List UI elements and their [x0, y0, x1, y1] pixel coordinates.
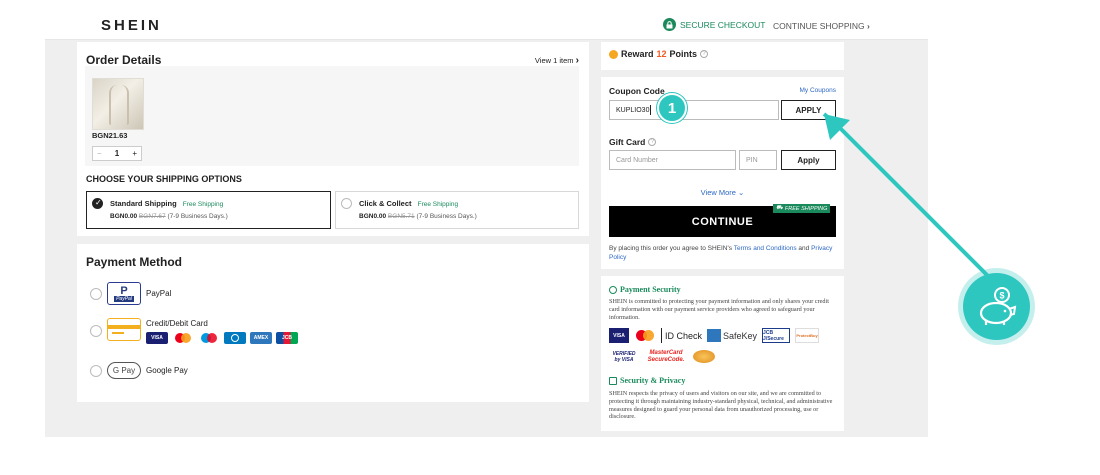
accepted-cards: VISA AMEX JCB — [146, 332, 302, 344]
free-shipping-badge: Free Shipping — [182, 201, 224, 208]
order-details-title: Order Details — [86, 53, 162, 67]
payment-security-title: Payment Security — [609, 285, 681, 294]
header-bar: SHEIN SECURE CHECKOUT CONTINUE SHOPPING … — [45, 12, 928, 40]
shein-logo[interactable]: SHEIN — [101, 17, 162, 34]
radio-unselected[interactable] — [90, 325, 102, 337]
secure-checkout: SECURE CHECKOUT — [663, 18, 765, 31]
google-pay-icon: G Pay — [107, 362, 141, 379]
chevron-right-icon: › — [575, 55, 579, 66]
item-price: BGN21.63 — [92, 131, 128, 140]
paypal-icon: P PayPal — [107, 282, 141, 305]
gift-card-pin-input[interactable]: PIN — [739, 150, 777, 170]
view-items-link[interactable]: View 1 item › — [535, 55, 579, 66]
visa-icon: VISA — [609, 328, 629, 343]
lock-icon — [609, 376, 617, 385]
coupon-code-input[interactable]: KUPLIO30 — [609, 100, 779, 120]
shipping-old-price: BGN5.71 — [387, 213, 415, 220]
product-image[interactable] — [92, 78, 144, 130]
maestro-icon — [198, 332, 220, 344]
mastercard-securecode-logo: MasterCard SecureCode. — [647, 349, 685, 363]
truck-icon: ⛟ — [776, 205, 783, 211]
gift-card-title: Gift Card — [609, 137, 646, 147]
coin-icon — [609, 49, 618, 59]
terms-link[interactable]: Terms and Conditions — [734, 245, 797, 252]
shipping-option-name: Standard Shipping — [110, 199, 177, 208]
continue-shopping-link[interactable]: CONTINUE SHOPPING › — [773, 21, 870, 31]
payment-method-title: Payment Method — [86, 255, 183, 269]
security-privacy-title: Security & Privacy — [609, 376, 685, 385]
free-shipping-badge: Free Shipping — [417, 201, 459, 208]
coupon-panel: Coupon Code My Coupons KUPLIO30 APPLY Gi… — [601, 77, 844, 269]
chevron-right-icon: › — [867, 21, 870, 31]
credit-card-icon — [107, 318, 141, 341]
bank-badge-logo — [693, 350, 715, 363]
payment-option-card[interactable]: Credit/Debit Card VISA AMEX JCB — [90, 318, 302, 344]
payment-option-google-pay[interactable]: G Pay Google Pay — [90, 362, 188, 379]
amex-icon: AMEX — [250, 332, 272, 344]
quantity-stepper[interactable]: − 1 + — [92, 146, 142, 161]
shipping-eta: (7-9 Business Days.) — [416, 213, 477, 220]
verified-by-visa-logo: VERIFIED by VISA — [612, 350, 636, 363]
payment-security-text: SHEIN is committed to protecting your pa… — [609, 298, 829, 321]
payment-method-panel: Payment Method P PayPal PayPal Credit/De… — [77, 244, 589, 402]
shipping-option-click-collect[interactable]: Click & Collect Free Shipping BGN0.00 BG… — [335, 191, 579, 229]
order-details-panel: Order Details View 1 item › BGN21.63 − 1… — [77, 42, 589, 236]
shipping-option-standard[interactable]: Standard Shipping Free Shipping BGN0.00 … — [86, 191, 331, 229]
reward-panel: Reward 12 Points ? — [601, 42, 844, 70]
reward-suffix: Points — [669, 49, 698, 59]
help-icon[interactable]: ? — [700, 50, 709, 58]
radio-unselected[interactable] — [341, 198, 352, 209]
view-more-link[interactable]: View More ⌄ — [601, 188, 844, 197]
shipping-price: BGN0.00 — [110, 213, 138, 220]
help-icon[interactable]: ? — [648, 138, 657, 146]
secure-checkout-label: SECURE CHECKOUT — [680, 19, 766, 30]
shipping-old-price: BGN7.67 — [138, 213, 166, 220]
mastercard-icon — [634, 328, 656, 343]
quantity-value: 1 — [114, 149, 120, 158]
terms-text: By placing this order you agree to SHEIN… — [609, 245, 833, 261]
gift-card-number-input[interactable]: Card Number — [609, 150, 736, 170]
my-coupons-link[interactable]: My Coupons — [800, 87, 837, 94]
security-logos-row-2: VERIFIED by VISA MasterCard SecureCode. — [609, 349, 720, 364]
radio-unselected[interactable] — [90, 364, 102, 377]
radio-selected[interactable] — [92, 198, 103, 209]
id-check-logo: ID Check — [661, 328, 702, 343]
order-item-box — [85, 66, 579, 166]
shield-icon — [609, 285, 617, 294]
jcb-secure-logo: JCB J/Secure — [762, 328, 791, 343]
chevron-down-icon: ⌄ — [738, 188, 745, 197]
reward-prefix: Reward — [621, 49, 654, 59]
radio-unselected[interactable] — [90, 287, 102, 300]
shipping-options-title: CHOOSE YOUR SHIPPING OPTIONS — [86, 174, 242, 184]
payment-label: Google Pay — [146, 366, 188, 375]
reward-points: 12 — [656, 49, 667, 59]
shipping-eta: (7-9 Business Days.) — [167, 213, 228, 220]
security-panel: Payment Security SHEIN is committed to p… — [601, 276, 844, 431]
security-privacy-text: SHEIN respects the privacy of users and … — [609, 390, 833, 421]
pointer-arrow-icon — [822, 112, 992, 280]
payment-label: PayPal — [146, 289, 172, 298]
diners-club-icon — [224, 332, 246, 344]
svg-text:$: $ — [999, 290, 1004, 300]
safekey-logo: SafeKey — [707, 328, 757, 343]
decrease-button[interactable]: − — [97, 149, 102, 158]
increase-button[interactable]: + — [132, 149, 137, 158]
visa-icon: VISA — [146, 332, 168, 344]
shipping-option-name: Click & Collect — [359, 199, 412, 208]
step-number-badge: 1 — [657, 93, 687, 123]
payment-label: Credit/Debit Card — [146, 319, 208, 328]
mastercard-icon — [172, 332, 194, 344]
security-logos-row-1: VISA ID Check SafeKey JCB J/Secure Prote… — [609, 328, 824, 343]
piggy-bank-icon: $ — [963, 273, 1030, 340]
payment-option-paypal[interactable]: P PayPal PayPal — [90, 282, 171, 305]
jcb-icon: JCB — [276, 332, 298, 344]
protectbuy-logo: ProtectBuy — [795, 328, 820, 343]
lock-icon — [663, 18, 676, 31]
coupon-code-title: Coupon Code — [609, 86, 665, 96]
shipping-price: BGN0.00 — [359, 213, 387, 220]
